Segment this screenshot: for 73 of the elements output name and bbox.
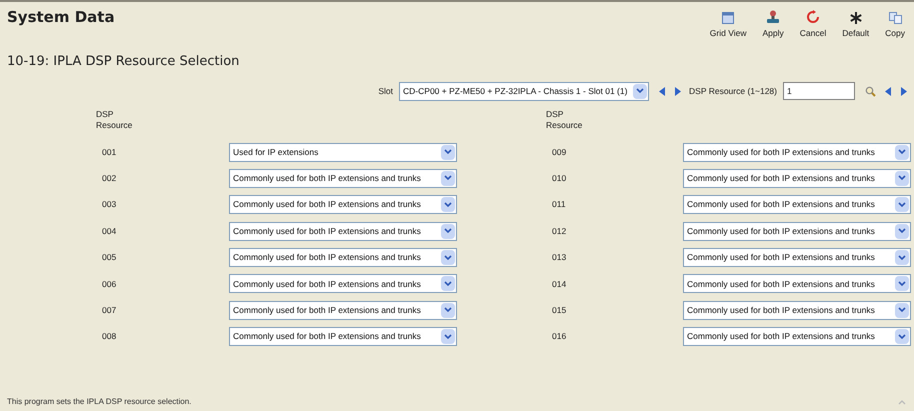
dropdown[interactable]: Commonly used for both IP extensions and trunks	[229, 222, 457, 241]
column-header: DSP Resource	[546, 108, 584, 132]
resource-number: 006	[101, 278, 118, 290]
resource-number: 007	[101, 304, 118, 317]
dropdown-arrow-icon	[895, 170, 909, 186]
search-button[interactable]	[865, 85, 877, 97]
dropdown[interactable]: Commonly used for both IP extensions and trunks	[683, 300, 911, 320]
copy-icon	[888, 12, 902, 24]
previous-button[interactable]	[883, 85, 893, 97]
window-icon	[722, 12, 734, 24]
asterisk-icon	[850, 12, 862, 24]
next-button[interactable]	[899, 85, 909, 97]
dsp-resource-label: DSP Resource (1~128)	[689, 84, 777, 98]
resource-number: 003	[101, 198, 118, 212]
dropdown[interactable]: Commonly used for both IP extensions and trunks	[683, 274, 911, 294]
dropdown[interactable]: Commonly used for both IP extensions and trunks	[229, 274, 457, 294]
dropdown[interactable]: Commonly used for both IP extensions and trunks	[683, 327, 911, 346]
toolbar-button[interactable]: Apply	[761, 10, 785, 40]
dropdown[interactable]: Commonly used for both IP extensions and trunks	[683, 195, 911, 214]
resource-number: 015	[551, 304, 568, 317]
dropdown-arrow-icon	[895, 197, 909, 212]
resource-number: 001	[101, 146, 118, 158]
resource-number: 005	[101, 251, 118, 264]
window-title: System Data	[7, 7, 115, 28]
toolbar-button[interactable]: Cancel	[798, 10, 828, 40]
dropdown[interactable]: Commonly used for both IP extensions and trunks	[229, 327, 457, 346]
resource-number: 010	[551, 172, 568, 185]
dropdown-arrow-icon	[895, 329, 909, 344]
dropdown-arrow-icon	[441, 329, 455, 344]
dropdown-arrow-icon	[895, 224, 909, 239]
refresh-icon	[806, 10, 819, 24]
dropdown-arrow-icon	[895, 302, 909, 318]
dropdown-arrow-icon	[895, 276, 909, 292]
resource-number: 011	[551, 198, 567, 212]
page-title: 10-19: IPLA DSP Resource Selection	[6, 53, 240, 71]
dropdown-arrow-icon	[441, 250, 455, 266]
resource-number: 016	[551, 330, 568, 344]
dropdown[interactable]: Used for IP extensions	[229, 142, 457, 162]
resource-number: 008	[101, 330, 118, 344]
dropdown-arrow-icon	[895, 250, 909, 266]
stamp-icon	[766, 10, 780, 24]
dropdown-arrow-icon	[441, 197, 455, 212]
dropdown[interactable]: Commonly used for both IP extensions and trunks	[683, 168, 911, 188]
resource-number: 013	[551, 251, 568, 264]
dropdown[interactable]: Commonly used for both IP extensions and trunks	[229, 248, 457, 268]
resource-number: 009	[551, 146, 568, 158]
slot-label: Slot	[378, 84, 394, 98]
resource-number: 002	[101, 172, 118, 185]
dropdown[interactable]: Commonly used for both IP extensions and trunks	[229, 195, 457, 214]
dropdown-arrow-icon	[633, 84, 648, 98]
dropdown-arrow-icon	[441, 224, 455, 239]
dropdown-arrow-icon	[441, 170, 455, 186]
dropdown[interactable]: CD-CP00 + PZ-ME50 + PZ-32IPLA - Chassis 1 - Slot 01 (1)	[399, 82, 650, 100]
dropdown[interactable]: Commonly used for both IP extensions and trunks	[683, 142, 911, 162]
column-header: DSP Resource	[96, 108, 134, 132]
resource-number: 004	[101, 224, 118, 238]
resource-number: 014	[551, 278, 568, 290]
toolbar-button[interactable]: Grid View	[708, 10, 748, 40]
next-button[interactable]	[673, 85, 684, 97]
previous-button[interactable]	[657, 85, 668, 97]
dropdown[interactable]: Commonly used for both IP extensions and trunks	[683, 248, 911, 268]
dropdown[interactable]: Commonly used for both IP extensions and trunks	[683, 222, 911, 241]
resource-number: 012	[551, 224, 568, 238]
toolbar-button[interactable]: Copy	[884, 10, 906, 40]
dropdown-arrow-icon	[441, 302, 455, 318]
dropdown-arrow-icon	[441, 144, 455, 160]
status-text: This program sets the IPLA DSP resource selection.	[7, 396, 192, 408]
dropdown[interactable]: Commonly used for both IP extensions and trunks	[229, 300, 457, 320]
dropdown[interactable]: Commonly used for both IP extensions and trunks	[229, 168, 457, 188]
dsp-resource-field[interactable]: 1	[783, 82, 855, 100]
dropdown-arrow-icon	[895, 144, 909, 160]
toolbar-button[interactable]: Default	[841, 10, 870, 40]
dropdown-arrow-icon	[441, 276, 455, 292]
